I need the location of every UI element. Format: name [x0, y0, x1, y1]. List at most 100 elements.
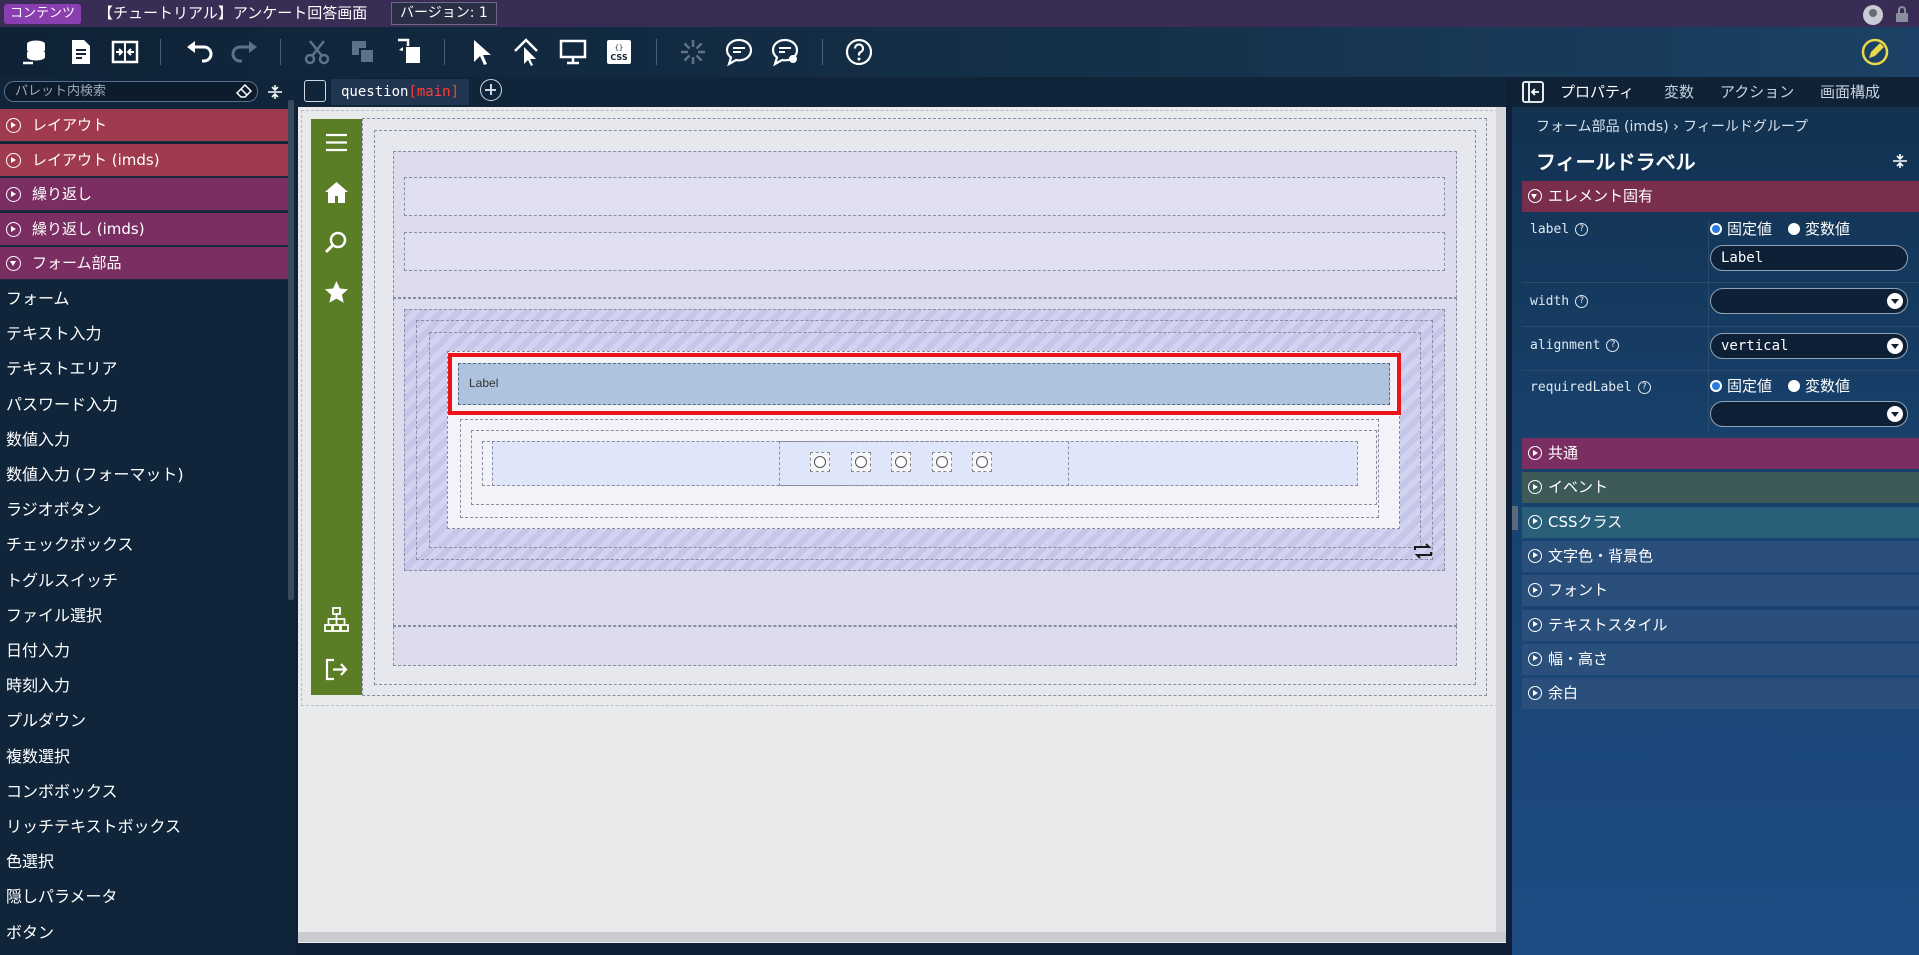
- property-section[interactable]: 文字色・背景色: [1522, 540, 1919, 572]
- palette-item[interactable]: ラジオボタン: [0, 492, 290, 527]
- version-label[interactable]: バージョン: 1: [391, 2, 497, 25]
- panel-splitter[interactable]: [1512, 506, 1518, 530]
- palette-item[interactable]: チェックボックス: [0, 527, 290, 562]
- lock-icon[interactable]: [1895, 6, 1909, 23]
- sitemap-icon[interactable]: [323, 606, 350, 633]
- home-icon[interactable]: [323, 179, 350, 206]
- label-variable-radio[interactable]: 変数値: [1788, 220, 1850, 238]
- palette-item[interactable]: 数値入力: [0, 422, 290, 457]
- tab-properties[interactable]: プロパティ: [1560, 77, 1634, 107]
- help-circle-icon[interactable]: ?: [1575, 223, 1589, 236]
- alignment-select[interactable]: vertical: [1710, 333, 1908, 359]
- cut-icon[interactable]: [300, 35, 334, 69]
- header-row-1[interactable]: [404, 177, 1445, 216]
- eraser-icon[interactable]: [236, 84, 252, 98]
- collapse-palette-icon[interactable]: [304, 80, 326, 102]
- document-list-icon[interactable]: [64, 35, 98, 69]
- palette-item[interactable]: ファイル選択: [0, 598, 290, 633]
- tab-question[interactable]: question[main]: [331, 79, 470, 105]
- property-section[interactable]: フォント: [1522, 575, 1919, 607]
- palette-category[interactable]: 繰り返し: [0, 178, 290, 211]
- palette-item[interactable]: 日付入力: [0, 633, 290, 668]
- message-settings-icon[interactable]: [768, 35, 802, 69]
- canvas-horizontal-scrollbar[interactable]: [298, 932, 1506, 942]
- palette-item[interactable]: トグルスイッチ: [0, 563, 290, 598]
- palette-search-input[interactable]: パレット内検索: [4, 81, 258, 102]
- tab-actions[interactable]: アクション: [1720, 77, 1794, 107]
- data-source-icon[interactable]: [18, 35, 52, 69]
- label-value-input[interactable]: Label: [1710, 245, 1908, 271]
- compare-icon[interactable]: [108, 35, 142, 69]
- repeat-icon[interactable]: [1412, 542, 1434, 560]
- help-circle-icon[interactable]: ?: [1575, 295, 1589, 308]
- header-row-2[interactable]: [404, 232, 1445, 271]
- user-avatar-icon[interactable]: [1863, 5, 1883, 25]
- palette-category[interactable]: レイアウト (imds): [0, 143, 290, 177]
- help-circle-icon[interactable]: ?: [1637, 381, 1651, 394]
- palette-item[interactable]: 隠しパラメータ: [0, 879, 290, 914]
- preview-monitor-icon[interactable]: [556, 35, 590, 69]
- loading-spinner-icon[interactable]: [676, 35, 710, 69]
- logout-icon[interactable]: [323, 656, 350, 683]
- palette-item[interactable]: ボタン: [0, 915, 290, 950]
- required-fixed-radio[interactable]: 固定値: [1710, 377, 1772, 395]
- palette-item[interactable]: テキスト入力: [0, 316, 290, 351]
- edit-mode-icon[interactable]: [1858, 35, 1892, 69]
- required-label-select[interactable]: [1710, 401, 1908, 427]
- section-element-specific[interactable]: エレメント固有: [1522, 181, 1919, 212]
- palette-item[interactable]: テキストエリア: [0, 351, 290, 386]
- property-section[interactable]: 余白: [1522, 678, 1919, 710]
- palette-item[interactable]: プルダウン: [0, 703, 290, 738]
- property-section[interactable]: 幅・高さ: [1522, 643, 1919, 675]
- radio-option[interactable]: [810, 452, 830, 472]
- collapse-panel-icon[interactable]: [1522, 81, 1544, 103]
- radio-option[interactable]: [891, 452, 911, 472]
- message-edit-icon[interactable]: [722, 35, 756, 69]
- palette-item[interactable]: パスワード入力: [0, 387, 290, 422]
- palette-item[interactable]: フォーム: [0, 281, 290, 316]
- redo-icon[interactable]: [228, 35, 262, 69]
- field-label[interactable]: Label: [458, 363, 1390, 405]
- palette-item[interactable]: 複数選択: [0, 739, 290, 774]
- help-icon[interactable]: [842, 35, 876, 69]
- canvas-vertical-scrollbar[interactable]: [1496, 107, 1506, 932]
- property-section[interactable]: 共通: [1522, 438, 1919, 469]
- radio-unchecked-icon: [814, 456, 826, 468]
- palette-item[interactable]: 数値入力 (フォーマット): [0, 457, 290, 492]
- css-icon[interactable]: {} CSS: [602, 35, 636, 69]
- tab-screen-structure[interactable]: 画面構成: [1820, 77, 1880, 107]
- palette-scrollbar[interactable]: [288, 100, 294, 600]
- help-circle-icon[interactable]: ?: [1606, 339, 1620, 352]
- label-fixed-radio[interactable]: 固定値: [1710, 220, 1772, 238]
- property-section[interactable]: イベント: [1522, 472, 1919, 504]
- select-pointer-icon[interactable]: [464, 35, 498, 69]
- footer-section[interactable]: [393, 626, 1457, 666]
- add-tab-icon[interactable]: [480, 79, 502, 101]
- radio-option[interactable]: [850, 452, 871, 472]
- breadcrumb[interactable]: フォーム部品 (imds) › フィールドグループ: [1536, 116, 1808, 136]
- header-section[interactable]: [393, 151, 1457, 298]
- width-select[interactable]: [1710, 288, 1908, 314]
- property-section[interactable]: テキストスタイル: [1522, 609, 1919, 641]
- palette-item[interactable]: 色選択: [0, 844, 290, 879]
- menu-icon[interactable]: [323, 129, 350, 156]
- palette-category[interactable]: 繰り返し (imds): [0, 212, 290, 246]
- collapse-all-icon[interactable]: [1891, 152, 1909, 170]
- tab-variables[interactable]: 変数: [1664, 77, 1694, 107]
- palette-item[interactable]: リッチテキストボックス: [0, 809, 290, 844]
- copy-icon[interactable]: [346, 35, 380, 69]
- collapse-icon[interactable]: [266, 83, 284, 101]
- palette-category[interactable]: フォーム部品: [0, 247, 290, 280]
- undo-icon[interactable]: [182, 35, 216, 69]
- required-variable-radio[interactable]: 変数値: [1788, 377, 1850, 395]
- property-section[interactable]: CSSクラス: [1522, 506, 1919, 538]
- palette-category[interactable]: レイアウト: [0, 109, 290, 142]
- radio-option[interactable]: [931, 452, 952, 472]
- palette-item[interactable]: 時刻入力: [0, 668, 290, 703]
- palette-item[interactable]: コンボボックス: [0, 774, 290, 809]
- select-parent-icon[interactable]: [510, 35, 544, 69]
- radio-option[interactable]: [972, 452, 992, 472]
- star-icon[interactable]: [323, 279, 350, 306]
- search-icon[interactable]: [323, 229, 350, 256]
- paste-icon[interactable]: [392, 35, 426, 69]
